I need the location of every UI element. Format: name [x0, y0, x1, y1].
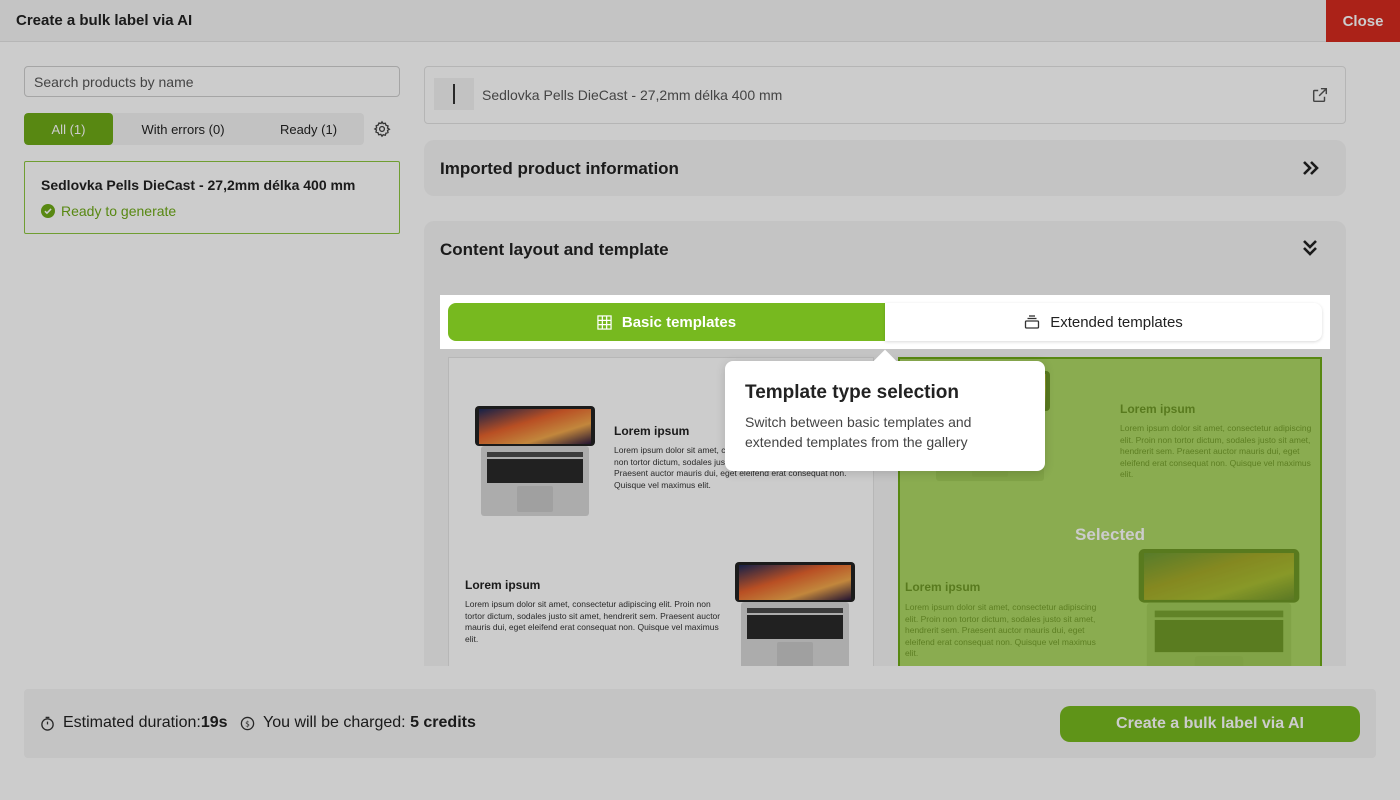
section-title-imported: Imported product information — [440, 159, 679, 178]
stopwatch-icon — [41, 716, 54, 731]
gear-icon[interactable] — [370, 117, 394, 141]
tab-extended-templates[interactable]: Extended templates — [885, 303, 1322, 341]
footer-bar: Estimated duration:19s $ You will be cha… — [24, 689, 1376, 758]
selected-product-name: Sedlovka Pells DieCast - 27,2mm délka 40… — [482, 87, 783, 103]
card-title: Lorem ipsum — [614, 424, 690, 438]
laptop-image — [735, 562, 855, 666]
section-imported-info[interactable]: Imported product information — [424, 140, 1346, 196]
duration-label: Estimated duration: — [63, 714, 201, 731]
card-body: Lorem ipsum dolor sit amet, consectetur … — [465, 599, 721, 644]
tooltip-title: Template type selection — [745, 382, 959, 403]
chevrons-right-icon[interactable] — [1300, 158, 1320, 178]
tab-basic-label: Basic templates — [621, 313, 737, 331]
product-thumbnail — [434, 78, 474, 110]
chevrons-down-icon[interactable] — [1300, 238, 1320, 258]
duration-value: 19s — [200, 714, 228, 731]
tour-tooltip: Template type selection Switch between b… — [725, 349, 1045, 471]
product-list-item[interactable]: Sedlovka Pells DieCast - 27,2mm délka 40… — [24, 161, 400, 234]
filter-tab-ready[interactable]: Ready (1) — [253, 113, 364, 145]
filter-tabs: All (1) With errors (0) Ready (1) — [24, 113, 364, 145]
external-link-icon[interactable] — [1311, 86, 1329, 104]
card-title: Lorem ipsum — [465, 578, 541, 592]
modal-header: Create a bulk label via AI Close — [0, 0, 1400, 42]
selected-label: Selected — [1075, 525, 1145, 544]
filter-tab-all[interactable]: All (1) — [24, 113, 113, 145]
credit-charge: $ You will be charged: 5 credits — [240, 714, 476, 732]
selected-product-bar: Sedlovka Pells DieCast - 27,2mm délka 40… — [424, 66, 1346, 124]
layers-icon — [1025, 315, 1040, 329]
coin-icon: $ — [240, 716, 255, 730]
close-button[interactable]: Close — [1326, 0, 1400, 42]
search-input[interactable] — [24, 66, 400, 97]
tab-extended-label: Extended templates — [1050, 313, 1183, 331]
estimated-duration: Estimated duration:19s — [40, 714, 228, 732]
section-title-layout: Content layout and template — [440, 240, 669, 259]
filter-tab-errors[interactable]: With errors (0) — [113, 113, 253, 145]
charge-value: 5 credits — [410, 714, 476, 731]
create-bulk-label-button[interactable]: Create a bulk label via AI — [1060, 706, 1360, 742]
check-circle-icon — [41, 204, 55, 218]
template-type-switch-highlight: Basic templates Extended templates — [440, 295, 1330, 349]
svg-text:$: $ — [245, 719, 250, 728]
tab-basic-templates[interactable]: Basic templates — [448, 303, 885, 341]
status-ready: Ready to generate — [41, 203, 176, 219]
modal-title: Create a bulk label via AI — [16, 12, 193, 29]
product-name: Sedlovka Pells DieCast - 27,2mm délka 40… — [41, 177, 356, 193]
charge-label: You will be charged: — [263, 714, 411, 731]
laptop-image — [475, 406, 595, 516]
status-text: Ready to generate — [61, 203, 177, 219]
tooltip-text: Switch between basic templates and exten… — [745, 414, 972, 450]
section-content-layout[interactable]: Content layout and template — [424, 221, 1346, 279]
grid-icon — [597, 314, 612, 330]
